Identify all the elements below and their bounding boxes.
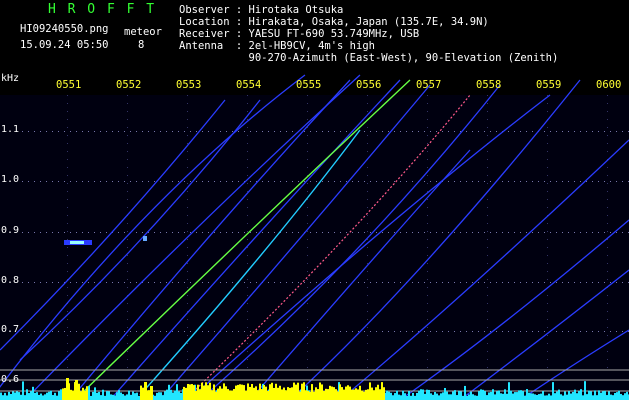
count: 8	[138, 39, 145, 51]
datetime: 15.09.24 05:50	[20, 39, 109, 51]
y-tick-1.0: 1.0	[1, 174, 20, 185]
location-line: Location : Hirakata, Osaka, Japan (135.7…	[179, 16, 489, 28]
hrofft-screen: H R O F F T HI09240550.png 15.09.24 05:5…	[0, 0, 629, 400]
spectrogram-background	[0, 95, 629, 400]
x-tick-0555: 0555	[296, 79, 322, 91]
observer-line: Observer : Hirotaka Otsuka	[179, 4, 344, 16]
x-tick-0558: 0558	[476, 79, 502, 91]
x-tick-0552: 0552	[116, 79, 142, 91]
y-tick-0.7: 0.7	[1, 324, 20, 335]
x-tick-0557: 0557	[416, 79, 442, 91]
y-tick-1.1: 1.1	[1, 124, 20, 135]
x-tick-0554: 0554	[236, 79, 262, 91]
y-tick-0.8: 0.8	[1, 275, 20, 286]
x-tick-0551: 0551	[56, 79, 82, 91]
y-tick-0.9: 0.9	[1, 225, 20, 236]
x-tick-0559: 0559	[536, 79, 562, 91]
y-axis-unit: kHz	[1, 73, 20, 84]
x-tick-0556: 0556	[356, 79, 382, 91]
type-label: meteor	[124, 26, 162, 38]
filename: HI09240550.png	[20, 23, 109, 35]
y-tick-0.6: 0.6	[1, 374, 20, 385]
x-tick-0600: 0600	[596, 79, 622, 91]
antenna-line: Antenna : 2el-HB9CV, 4m's high	[179, 40, 375, 52]
x-tick-0553: 0553	[176, 79, 202, 91]
receiver-line: Receiver : YAESU FT-690 53.749MHz, USB	[179, 28, 420, 40]
brand-title: H R O F F T	[48, 2, 157, 17]
antenna-line-2: 90-270-Azimuth (East-West), 90-Elevation…	[179, 52, 559, 64]
